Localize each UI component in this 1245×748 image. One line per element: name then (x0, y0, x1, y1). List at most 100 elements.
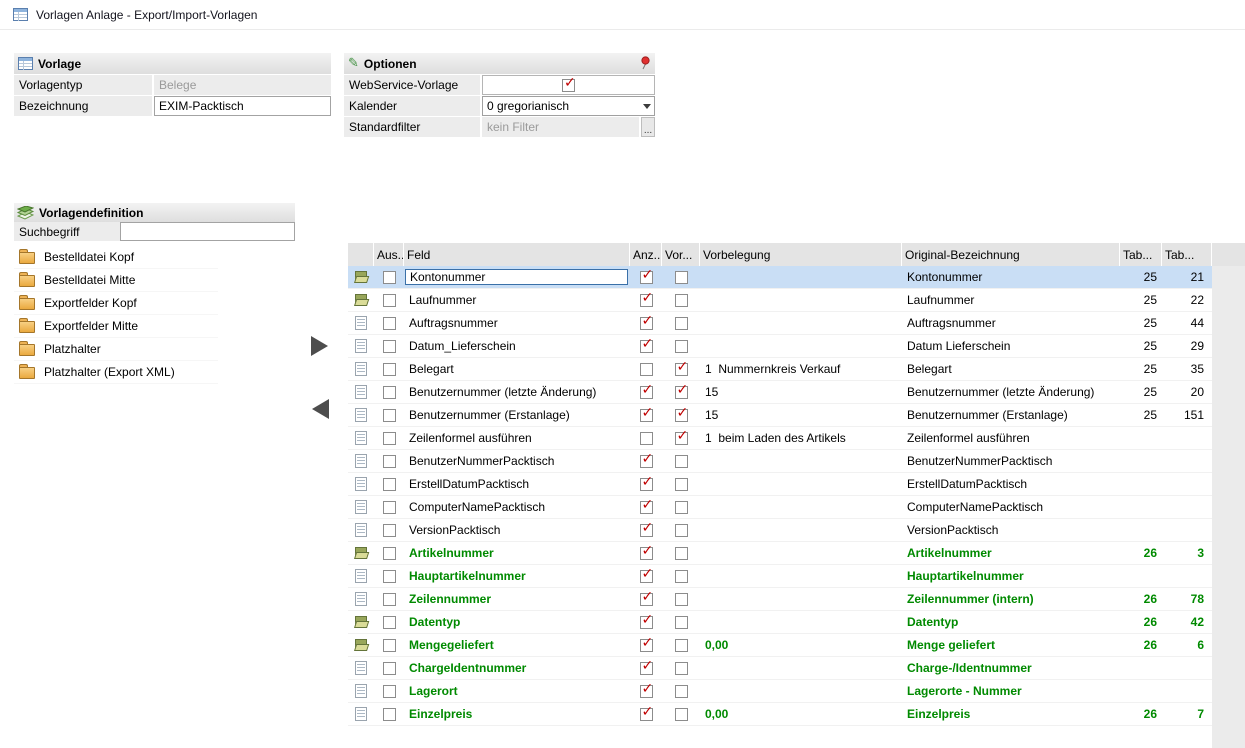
table-row[interactable]: ErstellDatumPacktischErstellDatumPacktis… (348, 473, 1212, 496)
anzeigen-checkbox[interactable] (640, 478, 653, 491)
vorbelegung-checkbox[interactable] (675, 340, 688, 353)
aus-checkbox[interactable] (383, 386, 396, 399)
table-row[interactable]: BenutzerNummerPacktischBenutzerNummerPac… (348, 450, 1212, 473)
column-header[interactable]: Aus... (374, 243, 404, 266)
table-row[interactable]: Datum_LieferscheinDatum Lieferschein2529 (348, 335, 1212, 358)
column-header[interactable]: Original-Bezeichnung (902, 243, 1120, 266)
anzeigen-checkbox[interactable] (640, 340, 653, 353)
vorbelegung-checkbox[interactable] (675, 386, 688, 399)
vorbelegung-checkbox[interactable] (675, 570, 688, 583)
aus-checkbox[interactable] (383, 340, 396, 353)
anzeigen-checkbox[interactable] (640, 547, 653, 560)
aus-checkbox[interactable] (383, 317, 396, 330)
anzeigen-checkbox[interactable] (640, 524, 653, 537)
vorbelegung-checkbox[interactable] (675, 432, 688, 445)
column-header[interactable]: Anz... (630, 243, 662, 266)
aus-checkbox[interactable] (383, 478, 396, 491)
column-header[interactable]: Feld (404, 243, 630, 266)
anzeigen-checkbox[interactable] (640, 271, 653, 284)
anzeigen-checkbox[interactable] (640, 616, 653, 629)
table-row[interactable]: KontonummerKontonummer2521 (348, 266, 1212, 289)
table-row[interactable]: Zeilenformel ausführen1 beim Laden des A… (348, 427, 1212, 450)
aus-checkbox[interactable] (383, 662, 396, 675)
table-row[interactable]: Belegart1 Nummernkreis VerkaufBelegart25… (348, 358, 1212, 381)
table-row[interactable]: Benutzernummer (letzte Änderung)15Benutz… (348, 381, 1212, 404)
move-right-button[interactable] (311, 336, 328, 356)
vorbelegung-checkbox[interactable] (675, 501, 688, 514)
search-input[interactable] (120, 222, 295, 241)
anzeigen-checkbox[interactable] (640, 363, 653, 376)
aus-checkbox[interactable] (383, 409, 396, 422)
aus-checkbox[interactable] (383, 685, 396, 698)
column-header[interactable]: Tab... (1120, 243, 1162, 266)
aus-checkbox[interactable] (383, 547, 396, 560)
table-row[interactable]: ChargeIdentnummerCharge-/Identnummer (348, 657, 1212, 680)
vorbelegung-checkbox[interactable] (675, 708, 688, 721)
table-row[interactable]: ZeilennummerZeilennummer (intern)2678 (348, 588, 1212, 611)
aus-checkbox[interactable] (383, 294, 396, 307)
vorbelegung-checkbox[interactable] (675, 317, 688, 330)
anzeigen-checkbox[interactable] (640, 409, 653, 422)
table-row[interactable]: ComputerNamePacktischComputerNamePacktis… (348, 496, 1212, 519)
aus-checkbox[interactable] (383, 501, 396, 514)
table-row[interactable]: Mengegeliefert0,00Menge geliefert266 (348, 634, 1212, 657)
aus-checkbox[interactable] (383, 524, 396, 537)
column-header[interactable]: Vorbelegung (700, 243, 902, 266)
aus-checkbox[interactable] (383, 639, 396, 652)
table-row[interactable]: LagerortLagerorte - Nummer (348, 680, 1212, 703)
anzeigen-checkbox[interactable] (640, 685, 653, 698)
anzeigen-checkbox[interactable] (640, 317, 653, 330)
folder-list-item[interactable]: Platzhalter (Export XML) (14, 361, 218, 384)
move-left-button[interactable] (312, 399, 329, 419)
vorbelegung-checkbox[interactable] (675, 639, 688, 652)
table-row[interactable]: VersionPacktischVersionPacktisch (348, 519, 1212, 542)
vorbelegung-checkbox[interactable] (675, 547, 688, 560)
folder-list-item[interactable]: Exportfelder Kopf (14, 292, 218, 315)
table-row[interactable]: Benutzernummer (Erstanlage)15Benutzernum… (348, 404, 1212, 427)
vorbelegung-checkbox[interactable] (675, 685, 688, 698)
column-header[interactable]: Tab... (1162, 243, 1212, 266)
vorbelegung-checkbox[interactable] (675, 616, 688, 629)
aus-checkbox[interactable] (383, 432, 396, 445)
vorbelegung-checkbox[interactable] (675, 271, 688, 284)
folder-list-item[interactable]: Exportfelder Mitte (14, 315, 218, 338)
standardfilter-more-button[interactable]: ... (641, 117, 655, 137)
table-row[interactable]: Einzelpreis0,00Einzelpreis267 (348, 703, 1212, 726)
feld-edit-input[interactable]: Kontonummer (405, 269, 628, 285)
anzeigen-checkbox[interactable] (640, 593, 653, 606)
aus-checkbox[interactable] (383, 570, 396, 583)
anzeigen-checkbox[interactable] (640, 639, 653, 652)
anzeigen-checkbox[interactable] (640, 570, 653, 583)
vorbelegung-checkbox[interactable] (675, 662, 688, 675)
aus-checkbox[interactable] (383, 708, 396, 721)
vorbelegung-checkbox[interactable] (675, 409, 688, 422)
anzeigen-checkbox[interactable] (640, 386, 653, 399)
anzeigen-checkbox[interactable] (640, 501, 653, 514)
vorbelegung-checkbox[interactable] (675, 294, 688, 307)
aus-checkbox[interactable] (383, 593, 396, 606)
table-row[interactable]: DatentypDatentyp2642 (348, 611, 1212, 634)
vorbelegung-checkbox[interactable] (675, 455, 688, 468)
anzeigen-checkbox[interactable] (640, 455, 653, 468)
aus-checkbox[interactable] (383, 616, 396, 629)
table-row[interactable]: AuftragsnummerAuftragsnummer2544 (348, 312, 1212, 335)
vorbelegung-checkbox[interactable] (675, 478, 688, 491)
pin-icon[interactable] (640, 56, 651, 70)
table-row[interactable]: HauptartikelnummerHauptartikelnummer (348, 565, 1212, 588)
vorbelegung-checkbox[interactable] (675, 524, 688, 537)
dropdown-arrow-icon[interactable] (639, 97, 654, 115)
folder-list-item[interactable]: Bestelldatei Mitte (14, 269, 218, 292)
bezeichnung-input[interactable] (154, 96, 331, 116)
aus-checkbox[interactable] (383, 363, 396, 376)
webservice-checkbox[interactable] (562, 79, 575, 92)
folder-list-item[interactable]: Platzhalter (14, 338, 218, 361)
column-header[interactable] (348, 243, 374, 266)
anzeigen-checkbox[interactable] (640, 662, 653, 675)
anzeigen-checkbox[interactable] (640, 294, 653, 307)
anzeigen-checkbox[interactable] (640, 432, 653, 445)
folder-list-item[interactable]: Bestelldatei Kopf (14, 246, 218, 269)
vorbelegung-checkbox[interactable] (675, 363, 688, 376)
anzeigen-checkbox[interactable] (640, 708, 653, 721)
aus-checkbox[interactable] (383, 455, 396, 468)
kalender-dropdown[interactable]: 0 gregorianisch (482, 96, 655, 116)
